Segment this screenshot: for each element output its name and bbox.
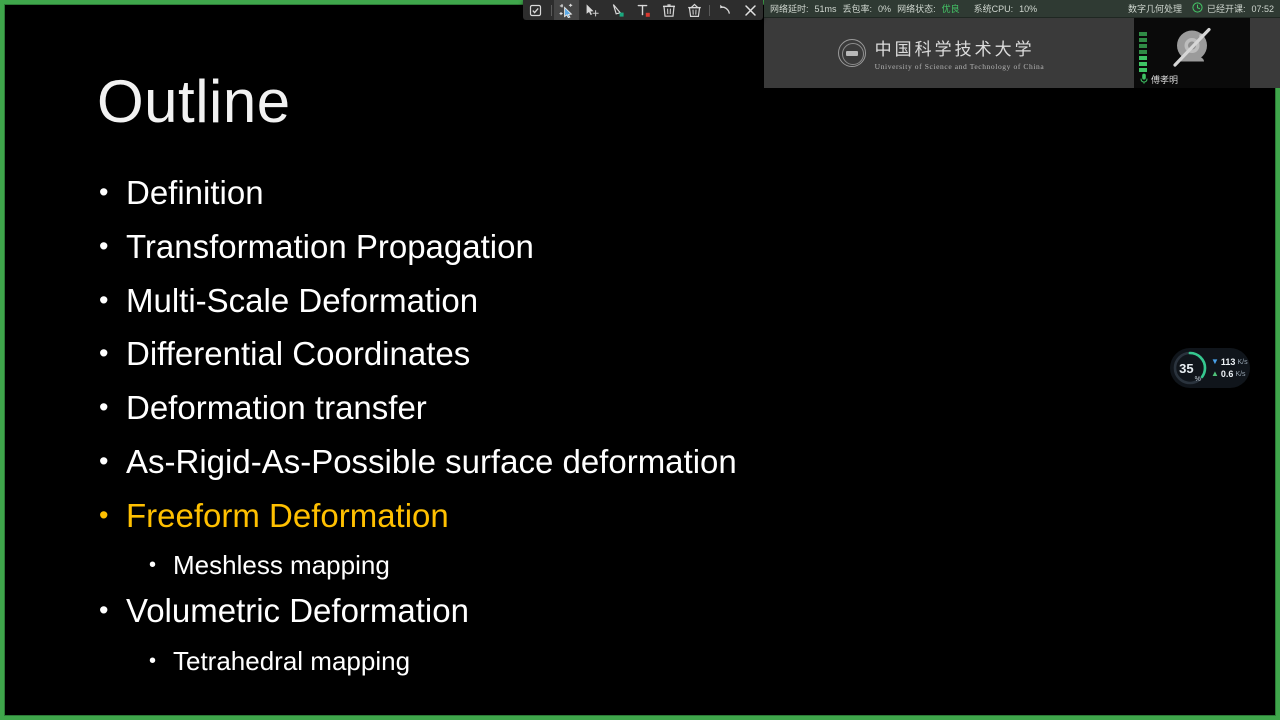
outline-item-level1: • Definition xyxy=(99,176,1099,210)
gauge-value-row: 35 % xyxy=(1172,350,1208,386)
move-pointer-icon[interactable] xyxy=(579,0,605,20)
video-panel-filler xyxy=(1250,18,1280,88)
bullet-dot-icon: • xyxy=(149,650,157,672)
outline-item-label: Multi-Scale Deformation xyxy=(126,281,479,319)
presentation-slide: Outline • Definition • Transformation Propa… xyxy=(4,4,1276,716)
bullet-dot-icon: • xyxy=(99,338,109,369)
download-speed-row: ▼ 113 K/s xyxy=(1211,357,1248,367)
outline-item-level2: • Meshless mapping xyxy=(149,552,1099,578)
bullet-dot-icon: • xyxy=(99,595,109,626)
bullet-dot-icon: • xyxy=(99,392,109,422)
outline-item-level1: • As-Rigid-As-Possible surface deformatio… xyxy=(99,445,1099,479)
outline-item-label: Tetrahedral mapping xyxy=(173,646,411,676)
bullet-dot-icon: • xyxy=(149,554,157,577)
outline-item-label: Meshless mapping xyxy=(173,550,390,581)
network-state-label: 网络状态: xyxy=(897,4,936,14)
latency-label: 网络延时: xyxy=(770,4,809,14)
download-unit: K/s xyxy=(1237,358,1248,366)
outline-item-level1: • Differential Coordinates xyxy=(99,337,1099,371)
outline-item-label: Differential Coordinates xyxy=(126,335,471,373)
bullet-dot-icon: • xyxy=(99,230,109,261)
outline-item-level1: • Multi-Scale Deformation xyxy=(99,284,1099,318)
outline-item-label: Deformation transfer xyxy=(126,389,427,426)
gauge-percent: 35 xyxy=(1179,360,1194,376)
upload-arrow-icon: ▲ xyxy=(1211,369,1219,378)
participant-name: 傅孝明 xyxy=(1151,75,1179,85)
outline-item-label: Definition xyxy=(126,174,264,211)
audio-level-meter xyxy=(1139,32,1147,72)
ustc-seal-icon xyxy=(837,39,866,67)
university-name-cn: 中国科学技术大学 xyxy=(874,40,1035,59)
network-status-bar: 网络延时: 51ms 丢包率: 0% 网络状态: 优良 系统CPU: 10% 数… xyxy=(764,0,1280,18)
participant-name-row: 傅孝明 xyxy=(1140,73,1178,86)
elapsed-value: 07:52 xyxy=(1251,3,1274,14)
network-speed-widget[interactable]: 35 % ▼ 113 K/s ▲ 0.6 K/s xyxy=(1170,348,1250,388)
bullet-dot-icon: • xyxy=(99,177,109,207)
ustc-banner: 中国科学技术大学 University of Science and Techn… xyxy=(837,35,1045,71)
delete-icon[interactable] xyxy=(656,0,682,20)
download-value: 113 xyxy=(1220,357,1236,367)
bullet-dot-icon: • xyxy=(99,284,109,315)
clock-icon xyxy=(1192,2,1203,15)
checkbox-select-icon[interactable] xyxy=(523,0,549,20)
download-arrow-icon: ▼ xyxy=(1211,357,1219,366)
annotation-toolbar[interactable] xyxy=(523,0,763,20)
cpu-value: 10% xyxy=(1019,3,1038,14)
clear-all-icon[interactable] xyxy=(681,0,707,20)
speed-readouts: ▼ 113 K/s ▲ 0.6 K/s xyxy=(1211,357,1248,379)
university-name-en: University of Science and Technology of … xyxy=(874,62,1045,71)
upload-unit: K/s xyxy=(1235,370,1246,378)
camera-off-icon xyxy=(1166,27,1218,76)
sparkle-cursor-icon[interactable] xyxy=(553,0,580,20)
toolbar-divider xyxy=(550,4,552,16)
packet-loss-value: 0% xyxy=(878,3,892,14)
course-name: 数字几何处理 xyxy=(1127,4,1182,14)
gauge-percent-unit: % xyxy=(1194,376,1201,383)
outline-item-level1: • Volumetric Deformation xyxy=(99,594,1099,628)
cpu-gauge: 35 % xyxy=(1172,350,1208,386)
outline-item-label: As-Rigid-As-Possible surface deformation xyxy=(126,442,737,480)
video-panel[interactable]: 中国科学技术大学 University of Science and Techn… xyxy=(764,18,1280,88)
upload-speed-row: ▲ 0.6 K/s xyxy=(1211,369,1248,379)
network-state-value: 优良 xyxy=(941,4,960,14)
outline-item-level1: • Freeform Deformation xyxy=(99,499,1099,533)
toolbar-divider-2 xyxy=(708,4,710,16)
latency-value: 51ms xyxy=(814,3,837,14)
pen-tool-icon[interactable] xyxy=(605,0,631,20)
upload-value: 0.6 xyxy=(1220,369,1234,379)
outline-item-level2: • Tetrahedral mapping xyxy=(149,648,1099,674)
microphone-icon xyxy=(1140,73,1148,86)
screen-root: Outline • Definition • Transformation Propa… xyxy=(0,0,1280,720)
bullet-dot-icon: • xyxy=(99,445,109,476)
close-icon[interactable] xyxy=(737,0,763,20)
packet-loss-label: 丢包率: xyxy=(842,4,873,14)
outline-item-label: Freeform Deformation xyxy=(126,496,449,534)
elapsed-label: 已经开课: xyxy=(1206,4,1246,14)
outline-item-label: Transformation Propagation xyxy=(126,227,534,265)
page-title: Outline xyxy=(97,68,291,135)
outline-item-level1: • Transformation Propagation xyxy=(99,230,1099,264)
text-tool-icon[interactable] xyxy=(630,0,656,20)
undo-icon[interactable] xyxy=(712,0,738,20)
participant-tile[interactable]: 傅孝明 xyxy=(1134,18,1250,88)
shared-camera-view[interactable]: 中国科学技术大学 University of Science and Techn… xyxy=(764,18,1134,88)
outline-bullet-list: • Definition • Transformation Propagation • M… xyxy=(99,176,1099,690)
outline-item-label: Volumetric Deformation xyxy=(126,592,469,630)
bullet-dot-icon: • xyxy=(99,499,109,530)
outline-item-level1: • Deformation transfer xyxy=(99,391,1099,425)
cpu-label: 系统CPU: xyxy=(973,4,1014,14)
